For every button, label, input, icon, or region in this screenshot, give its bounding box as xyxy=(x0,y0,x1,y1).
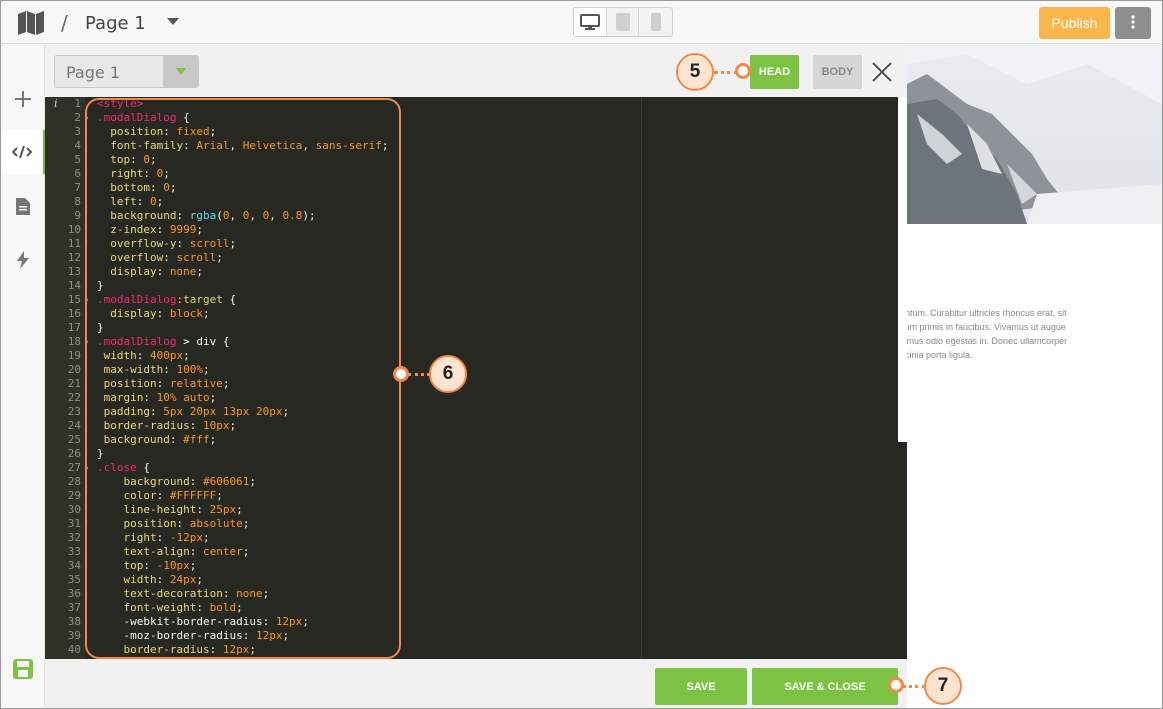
line-number: 26 xyxy=(67,447,81,460)
print-margin xyxy=(641,97,642,659)
preview-text-line: entum. Curabitur ultricies rhoncus erat,… xyxy=(907,308,1067,318)
line-number: 15 xyxy=(67,293,81,306)
callout-6-pointer xyxy=(393,366,409,382)
page-title[interactable]: Page 1 xyxy=(85,13,146,34)
line-number: 37 xyxy=(67,601,81,614)
preview-paragraph: entum. Curabitur ultricies rhoncus erat,… xyxy=(907,306,1160,362)
line-number: 7 xyxy=(74,181,81,194)
callout-7-connector xyxy=(902,685,926,688)
callout-7-pointer xyxy=(888,677,904,693)
line-number: 23 xyxy=(67,405,81,418)
pages-button[interactable] xyxy=(1,184,45,228)
line-number: 34 xyxy=(67,559,81,572)
editor-scrollbar[interactable] xyxy=(898,97,907,442)
top-bar: / Page 1 Publish xyxy=(0,0,1163,44)
line-number: 17 xyxy=(67,321,81,334)
phone-view-button[interactable] xyxy=(639,8,672,36)
document-icon xyxy=(16,197,30,215)
line-number: 22 xyxy=(67,391,81,404)
chevron-down-icon[interactable] xyxy=(167,18,179,25)
line-number: 36 xyxy=(67,587,81,600)
preview-text-line: ximus odio egestas in. Donec ullamcorper xyxy=(907,336,1068,346)
page-preview: entum. Curabitur ultricies rhoncus erat,… xyxy=(907,44,1163,709)
left-sidebar xyxy=(0,44,45,709)
callout-6-connector xyxy=(408,373,430,376)
close-icon[interactable] xyxy=(871,61,893,83)
line-number: 19 xyxy=(67,349,81,362)
device-switcher xyxy=(573,7,673,37)
desktop-icon xyxy=(579,14,600,30)
line-number: 39 xyxy=(67,629,81,642)
line-number: 8 xyxy=(74,195,81,208)
line-number: 3 xyxy=(74,125,81,138)
callout-6: 6 xyxy=(429,355,467,393)
line-number: 24 xyxy=(67,419,81,432)
head-tab-button[interactable]: HEAD xyxy=(750,55,799,89)
add-element-button[interactable] xyxy=(1,77,45,121)
line-number: 40 xyxy=(67,643,81,656)
line-number: 2 xyxy=(74,111,81,124)
preview-text-line: sum primis in faucibus. Vivamus ut augue xyxy=(907,322,1066,332)
code-icon xyxy=(12,145,32,159)
line-number: 5 xyxy=(74,153,81,166)
line-number: 35 xyxy=(67,573,81,586)
editor-footer: SAVE SAVE & CLOSE xyxy=(45,659,907,709)
line-number: 30 xyxy=(67,503,81,516)
code-highlight-box xyxy=(85,98,401,659)
tablet-view-button[interactable] xyxy=(607,8,640,36)
line-number: 25 xyxy=(67,433,81,446)
callout-7: 7 xyxy=(924,667,962,705)
phone-icon xyxy=(650,13,661,31)
plus-icon xyxy=(15,91,31,107)
body-tab-button[interactable]: BODY xyxy=(813,55,862,89)
line-number: 16 xyxy=(67,307,81,320)
line-number: 31 xyxy=(67,517,81,530)
callout-5: 5 xyxy=(676,53,714,91)
desktop-view-button[interactable] xyxy=(574,8,607,36)
line-number: 38 xyxy=(67,615,81,628)
publish-button[interactable]: Publish xyxy=(1039,7,1110,39)
chevron-down-icon xyxy=(175,68,186,75)
save-button[interactable]: SAVE xyxy=(655,668,747,705)
save-site-button[interactable] xyxy=(1,647,45,691)
save-icon xyxy=(13,659,33,679)
hero-image xyxy=(907,44,1162,224)
line-number: 33 xyxy=(67,545,81,558)
save-and-close-button[interactable]: SAVE & CLOSE xyxy=(752,668,898,705)
line-number: 9 xyxy=(74,209,81,222)
page-select-value: Page 1 xyxy=(66,63,120,82)
actions-button[interactable] xyxy=(1,238,45,282)
bolt-icon xyxy=(17,251,29,269)
line-number: 6 xyxy=(74,167,81,180)
line-number: 18 xyxy=(67,335,81,348)
line-number: 13 xyxy=(67,265,81,278)
line-number: 4 xyxy=(74,139,81,152)
preview-text-line: acinia porta ligula. xyxy=(907,350,973,360)
line-number: 29 xyxy=(67,489,81,502)
tablet-icon xyxy=(615,13,630,31)
more-options-button[interactable] xyxy=(1115,7,1151,39)
page-select[interactable]: Page 1 xyxy=(54,55,199,88)
line-number: 27 xyxy=(67,461,81,474)
code-editor-button[interactable] xyxy=(1,130,45,174)
line-number: 32 xyxy=(67,531,81,544)
page-select-arrow[interactable] xyxy=(163,56,198,87)
line-number: 28 xyxy=(67,475,81,488)
kebab-icon xyxy=(1131,14,1135,29)
line-number: 21 xyxy=(67,377,81,390)
map-icon[interactable] xyxy=(17,11,45,35)
breadcrumb-separator: / xyxy=(61,11,68,35)
editor-header: Page 1 HEAD BODY xyxy=(45,44,907,97)
line-number: 10 xyxy=(67,223,81,236)
callout-5-pointer xyxy=(735,63,751,79)
line-number: 1 xyxy=(74,97,81,110)
line-number: 11 xyxy=(67,237,81,250)
line-number: 20 xyxy=(67,363,81,376)
line-number: 12 xyxy=(67,251,81,264)
line-number: 14 xyxy=(67,279,81,292)
